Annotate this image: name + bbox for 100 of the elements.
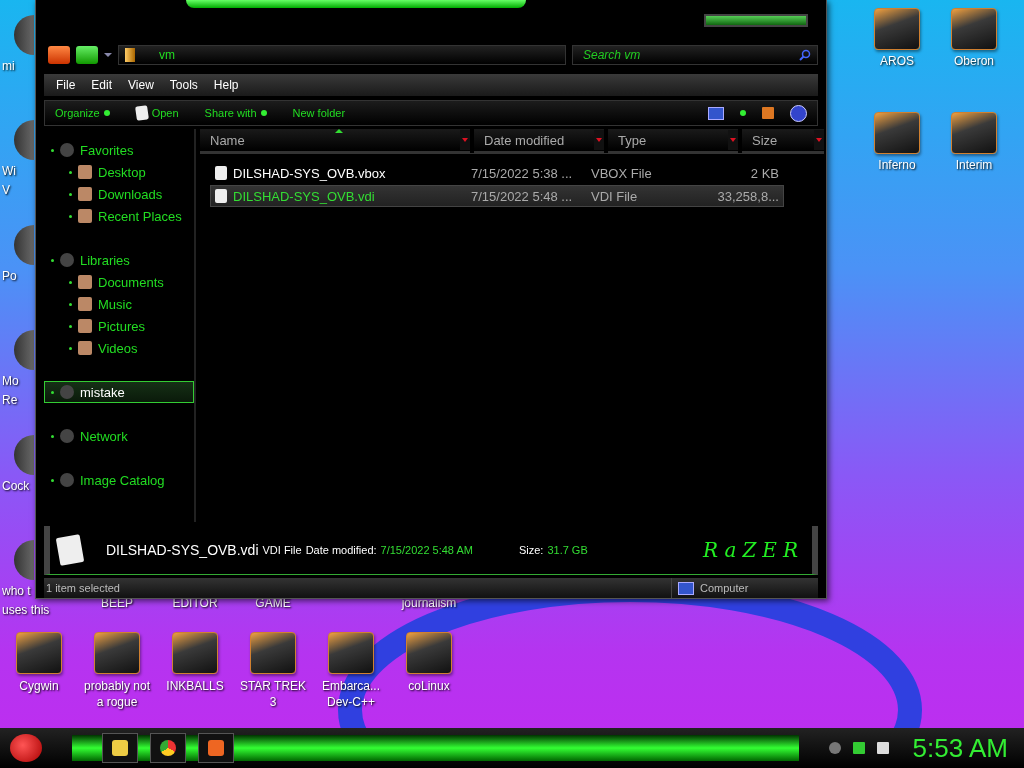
folder-icon: [78, 297, 92, 311]
speaker-icon[interactable]: [876, 742, 889, 754]
start-button[interactable]: [10, 734, 42, 762]
clock: 5:53 AM: [911, 732, 1009, 764]
taskbar-button[interactable]: [150, 733, 186, 763]
caret-icon[interactable]: [104, 53, 112, 57]
icon-label: coLinux: [408, 678, 450, 694]
app-icon[interactable]: [951, 8, 997, 50]
icon-label: Wi: [2, 163, 16, 179]
window-controls[interactable]: [704, 14, 808, 27]
app-icon[interactable]: [172, 632, 218, 674]
menu-item[interactable]: Help: [205, 78, 247, 92]
icon-label: who t: [2, 583, 31, 599]
bullet-icon: [69, 214, 72, 218]
address-field[interactable]: vm: [118, 45, 566, 65]
toolbar-button[interactable]: Open: [135, 106, 179, 120]
menu-item[interactable]: File: [48, 78, 84, 92]
bullet-icon: [51, 390, 54, 394]
app-icon[interactable]: [250, 632, 296, 674]
app-icon[interactable]: [874, 8, 920, 50]
icon-label: Cygwin: [19, 678, 59, 694]
icon-label: Po: [2, 268, 17, 284]
file-type: VDI File: [262, 544, 302, 556]
nav-item[interactable]: Desktop: [44, 161, 194, 183]
nav-item[interactable]: Image Catalog: [44, 469, 194, 491]
dropdown-dot-icon[interactable]: [740, 110, 746, 116]
nav-item[interactable]: Pictures: [44, 315, 194, 337]
nav-item[interactable]: Favorites: [44, 139, 194, 161]
desktop-icon[interactable]: [14, 120, 34, 160]
menu-item[interactable]: Tools: [161, 78, 206, 92]
toolbar-button[interactable]: New folder: [292, 107, 346, 119]
bullet-icon: [51, 258, 54, 262]
bullet-icon: [51, 148, 54, 152]
status-text: 1 item selected: [45, 582, 121, 594]
app-icon[interactable]: [874, 112, 920, 154]
bullet-icon: [69, 324, 72, 328]
desktop-icon[interactable]: [14, 435, 34, 475]
folder-icon: [78, 275, 92, 289]
column-header[interactable]: Type: [608, 129, 738, 153]
desktop-icon[interactable]: [14, 540, 34, 580]
file-name: DILSHAD-SYS_OVB.vdi: [106, 542, 259, 558]
bullet-icon: [69, 170, 72, 174]
icon-label: GAME: [255, 595, 291, 611]
desktop-icon[interactable]: [14, 225, 34, 265]
bullet-icon: [69, 280, 72, 284]
icon-label: AROS: [880, 53, 914, 69]
nav-item[interactable]: Downloads: [44, 183, 194, 205]
nav-item[interactable]: Recent Places: [44, 205, 194, 227]
folder-icon: [78, 165, 92, 179]
icon-label: Mo: [2, 373, 19, 389]
app-icon[interactable]: [94, 632, 140, 674]
network-icon[interactable]: [852, 742, 865, 754]
desktop-icon[interactable]: [14, 330, 34, 370]
search-field[interactable]: Search vm: [572, 45, 818, 65]
forward-button[interactable]: [76, 46, 98, 64]
column-header[interactable]: Size: [742, 129, 824, 153]
nav-item[interactable]: Libraries: [44, 249, 194, 271]
nav-item[interactable]: Documents: [44, 271, 194, 293]
file-icon: [215, 189, 227, 203]
bullet-icon: [51, 478, 54, 482]
nav-item[interactable]: Network: [44, 425, 194, 447]
dropdown-dot-icon: [260, 110, 267, 116]
desktop-icon[interactable]: [14, 15, 34, 55]
icon-label: Interim: [955, 157, 993, 173]
icon-label: Re: [2, 392, 18, 408]
date-value: 7/15/2022 5:48 AM: [380, 544, 473, 556]
date-label: Date modified:: [305, 544, 377, 556]
icon-label: Oberon: [954, 53, 994, 69]
toolbar-button[interactable]: Organize: [55, 107, 110, 119]
nav-item[interactable]: Music: [44, 293, 194, 315]
icon-label: EDITOR: [172, 595, 218, 611]
toolbar-button[interactable]: Share with: [204, 107, 267, 119]
file-icon: [55, 534, 85, 566]
app-icon[interactable]: [406, 632, 452, 674]
category-icon: [60, 143, 74, 157]
bullet-icon: [51, 434, 54, 438]
brand-logo: RaZER: [703, 538, 804, 562]
icon-label: V: [2, 182, 10, 198]
nav-item[interactable]: Videos: [44, 337, 194, 359]
folder-icon: [125, 48, 135, 62]
app-icon: [208, 740, 224, 756]
sort-arrow-icon: [335, 129, 343, 133]
menu-item[interactable]: View: [120, 78, 162, 92]
app-icon[interactable]: [328, 632, 374, 674]
nav-item[interactable]: mistake: [44, 381, 194, 403]
size-label: Size:: [518, 544, 544, 556]
icon-label: Inferno: [878, 157, 916, 173]
file-row[interactable]: DILSHAD-SYS_OVB.vbox 7/15/2022 5:38 ... VBOX File 2 KB: [210, 162, 784, 184]
search-icon: [799, 49, 811, 61]
back-button[interactable]: [48, 46, 70, 64]
menu-item[interactable]: Edit: [83, 78, 121, 92]
taskbar-button[interactable]: [198, 733, 234, 763]
category-icon: [60, 429, 74, 443]
column-header[interactable]: Date modified: [474, 129, 604, 153]
location-text: Computer: [699, 582, 750, 594]
taskbar-button[interactable]: [102, 733, 138, 763]
column-header[interactable]: Name: [200, 129, 470, 153]
app-icon[interactable]: [951, 112, 997, 154]
file-row[interactable]: DILSHAD-SYS_OVB.vdi 7/15/2022 5:48 ... VDI File 33,258,8...: [210, 185, 784, 207]
app-icon[interactable]: [16, 632, 62, 674]
